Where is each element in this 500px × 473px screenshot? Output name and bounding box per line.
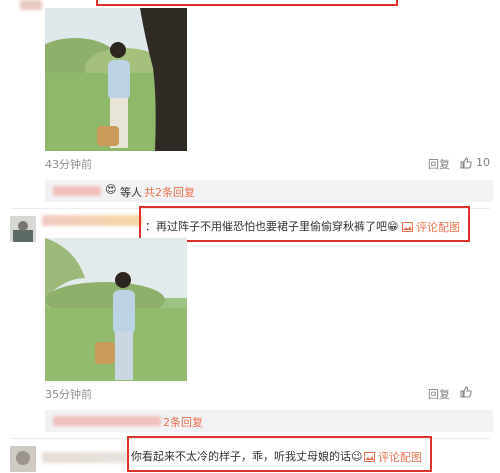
comment-photo[interactable] [45, 238, 187, 381]
sub-replies-bar: 2条回复 [45, 410, 493, 432]
comment-image-link[interactable]: 评论配图 [402, 219, 460, 235]
sub-replies-bar: 😍 等人 共2条回复 [45, 180, 493, 202]
like-count: 10 [476, 156, 490, 169]
heart-eyes-icon: 😍 [105, 183, 117, 196]
view-replies-link[interactable]: 共2条回复 [144, 184, 195, 200]
image-icon [364, 452, 375, 462]
avatar[interactable] [10, 446, 36, 472]
comment-timestamp: 35分钟前 [45, 388, 92, 401]
blurred-username [20, 0, 42, 10]
thumbs-up-icon [460, 386, 472, 398]
comment-timestamp: 43分钟前 [45, 158, 92, 171]
thumbs-up-icon [460, 156, 472, 168]
image-icon [402, 222, 413, 232]
avatar-image [10, 446, 36, 472]
grin-emoji: 😁 [387, 220, 399, 233]
blurred-usernames [53, 186, 101, 196]
blurred-usernames [53, 416, 161, 426]
wink-emoji: 😉 [351, 450, 363, 463]
photo-image [45, 8, 187, 151]
sub-suffix: 等人 [120, 186, 142, 199]
reply-button[interactable]: 回复 [428, 156, 450, 172]
photo-image [45, 238, 187, 381]
like-button[interactable] [460, 386, 472, 398]
view-replies-link[interactable]: 2条回复 [163, 414, 203, 430]
blurred-username [42, 215, 142, 226]
comment-text: ：再过阵子不用催恐怕也要裙子里偷偷穿秋裤了吧😁 [145, 220, 399, 233]
comment-image-link[interactable]: 评论配图 [364, 449, 422, 465]
avatar[interactable] [10, 216, 36, 242]
comment-photo[interactable] [45, 8, 187, 151]
highlight-box-top [96, 0, 398, 6]
reply-button[interactable]: 回复 [428, 386, 450, 402]
comment-text: 你看起来不太冷的样子，乖，听我丈母娘的话😉 [131, 450, 363, 463]
like-button[interactable]: 10 [460, 156, 490, 169]
blurred-username [42, 452, 128, 463]
avatar-image [10, 216, 36, 242]
